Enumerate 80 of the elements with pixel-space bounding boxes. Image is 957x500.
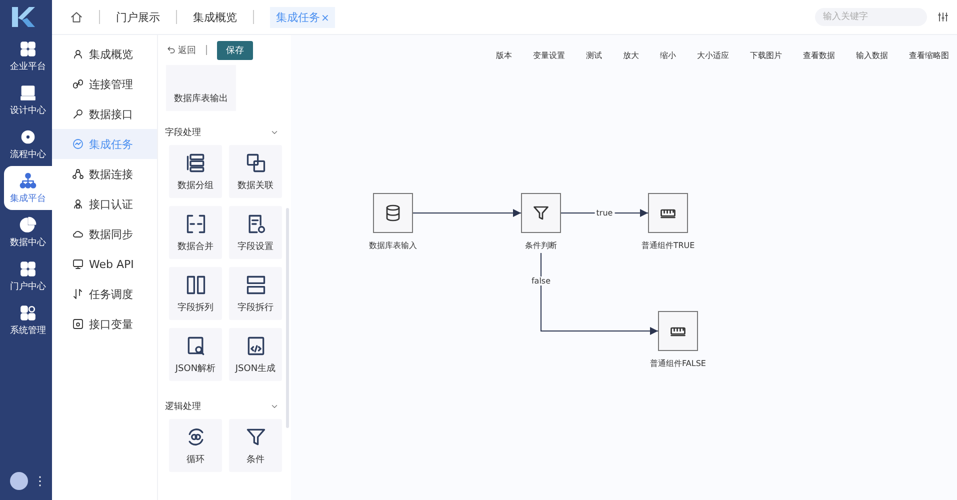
merge-icon <box>184 212 206 234</box>
edge-label: false <box>529 276 553 286</box>
node-label: 数据库表输入 <box>369 240 417 251</box>
component-tile[interactable]: 字段设置 <box>229 206 282 259</box>
save-button[interactable]: 保存 <box>217 40 253 60</box>
nav-rail-item[interactable]: 设计中心 <box>4 78 52 122</box>
avatar[interactable] <box>10 472 28 490</box>
chart-circle-icon <box>72 138 84 150</box>
node-label: 条件判断 <box>525 240 557 251</box>
menu-item[interactable]: 数据连接 <box>52 159 157 189</box>
nav-rail-item[interactable]: 集成平台 <box>4 166 52 210</box>
component-tile[interactable]: JSON解析 <box>169 328 222 381</box>
user-badge-icon <box>72 198 84 210</box>
toolbar-button[interactable]: 查看缩略图 <box>909 45 949 65</box>
overlap-squares-icon <box>244 152 266 174</box>
settings-icon[interactable] <box>937 11 949 23</box>
toolbar-button[interactable]: 测试 <box>586 45 602 65</box>
rows-icon <box>244 274 266 296</box>
more-menu-button[interactable]: ⋮ <box>34 474 46 488</box>
flow-node[interactable] <box>373 193 413 233</box>
flow-node[interactable] <box>648 193 688 233</box>
component-tile[interactable]: 数据分组 <box>169 145 222 198</box>
nav-rail-item[interactable]: 系统管理 <box>4 298 52 342</box>
people-icon <box>72 48 84 60</box>
section-title: 逻辑处理 <box>165 400 201 412</box>
menu-item[interactable]: 接口变量 <box>52 309 157 339</box>
node-label: 普通组件FALSE <box>650 358 706 369</box>
pie-chart-icon <box>19 216 37 234</box>
network-icon <box>72 168 84 180</box>
component-tile[interactable]: 条件 <box>229 419 282 472</box>
list-icon <box>184 152 206 174</box>
menu-item[interactable]: 任务调度 <box>52 279 157 309</box>
toolbar-button[interactable]: 版本 <box>496 45 512 65</box>
toolbar-button[interactable]: 下载图片 <box>750 45 782 65</box>
component-tile[interactable]: 数据合并 <box>169 206 222 259</box>
nav-rail-item[interactable]: 数据中心 <box>4 210 52 254</box>
nav-rail-item[interactable]: 企业平台 <box>4 34 52 78</box>
node-label: 普通组件TRUE <box>641 240 695 251</box>
monitor-icon <box>19 84 37 102</box>
component-tile[interactable]: 字段拆行 <box>229 267 282 320</box>
network-icon <box>19 172 37 190</box>
component-tile[interactable]: 字段拆列 <box>169 267 222 320</box>
tab[interactable]: 门户展示 <box>116 10 160 24</box>
columns-icon <box>184 274 206 296</box>
nav-rail-item[interactable]: 流程中心 <box>4 122 52 166</box>
component-tile[interactable]: 数据关联 <box>229 145 282 198</box>
edge-label: true <box>594 208 615 218</box>
menu-item[interactable]: Web API <box>52 249 157 279</box>
grid-icon <box>19 260 37 278</box>
back-button[interactable]: 返回 <box>166 44 196 56</box>
search-field[interactable]: 输入关键字 <box>815 8 927 26</box>
toolbar-button[interactable]: 查看数据 <box>803 45 835 65</box>
toolbar-button[interactable]: 缩小 <box>660 45 676 65</box>
database-icon <box>384 204 402 222</box>
toolbar-button[interactable]: 放大 <box>623 45 639 65</box>
grid-icon <box>19 40 37 58</box>
menu-item[interactable]: 数据同步 <box>52 219 157 249</box>
component-tile[interactable]: 数据库表输出 <box>166 65 236 111</box>
undo-icon <box>166 45 176 55</box>
toolbar-button[interactable]: 大小适应 <box>697 45 729 65</box>
link-icon <box>72 78 84 90</box>
section-title: 字段处理 <box>165 126 201 138</box>
toolbar-button[interactable]: 输入数据 <box>856 45 888 65</box>
grid-gear-icon <box>19 304 37 322</box>
nav-rail-item[interactable]: 门户中心 <box>4 254 52 298</box>
home-icon[interactable] <box>70 10 83 24</box>
component-tile[interactable]: 循环 <box>169 419 222 472</box>
menu-item[interactable]: 集成概览 <box>52 39 157 69</box>
menu-item[interactable]: 数据接口 <box>52 99 157 129</box>
flow-node[interactable] <box>521 193 561 233</box>
menu-item[interactable]: 连接管理 <box>52 69 157 99</box>
monitor-icon <box>72 258 84 270</box>
component-tile[interactable]: JSON生成 <box>229 328 282 381</box>
tab[interactable]: 集成概览 <box>193 10 237 24</box>
arrows-icon <box>72 288 84 300</box>
cloud-icon <box>72 228 84 240</box>
filter-icon <box>532 204 550 222</box>
flow-node[interactable] <box>658 311 698 351</box>
toolbar-button[interactable]: 变量设置 <box>533 45 565 65</box>
menu-item[interactable]: 接口认证 <box>52 189 157 219</box>
